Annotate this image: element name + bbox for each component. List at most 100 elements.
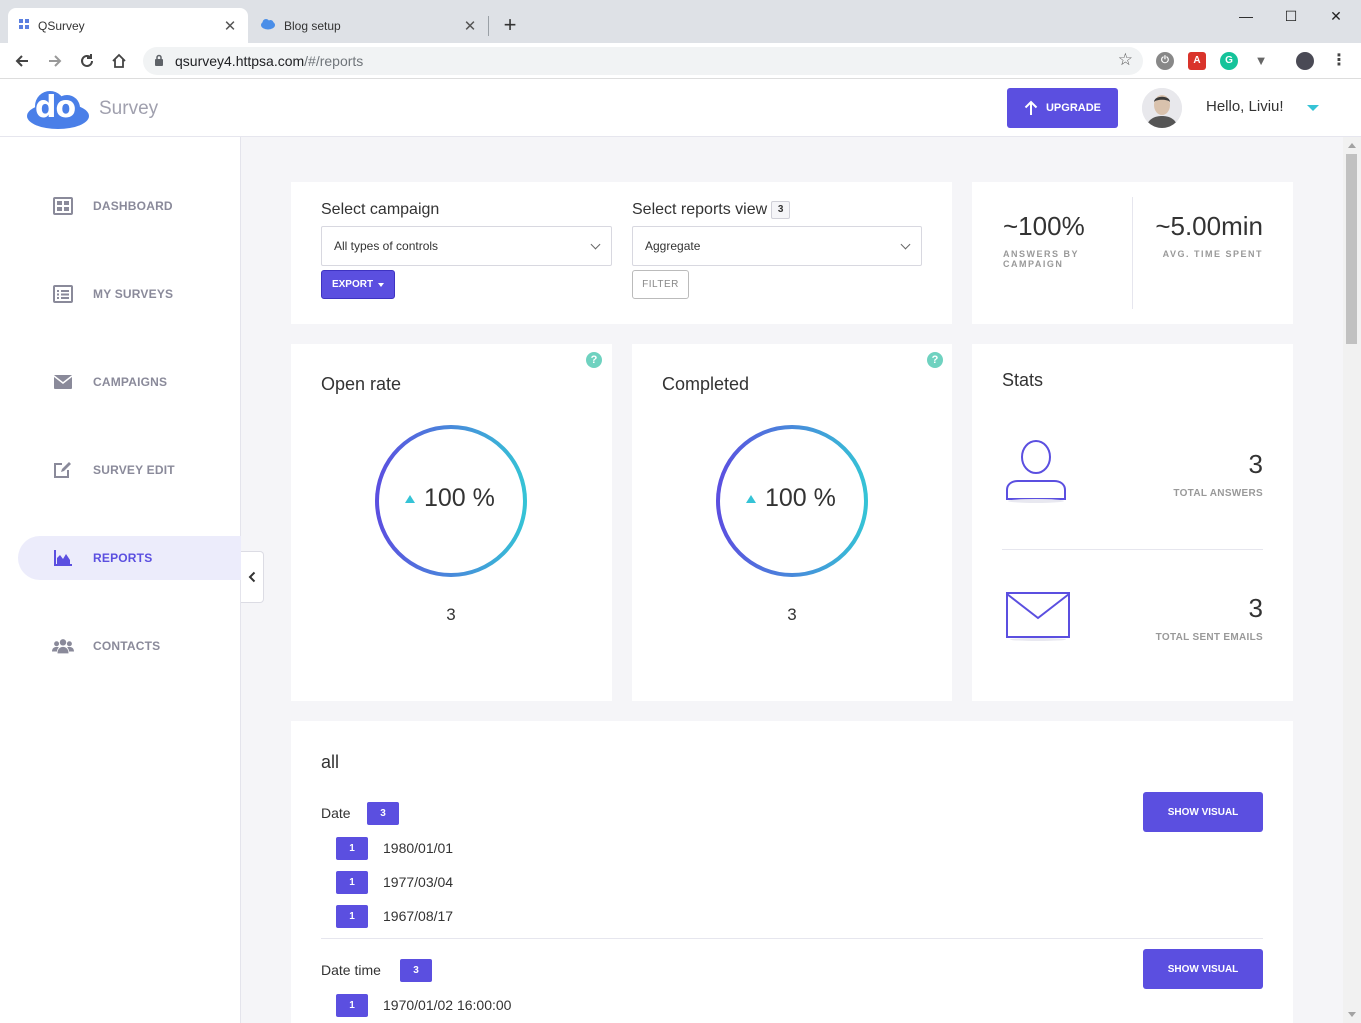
sidebar-item-label: DASHBOARD — [93, 199, 173, 213]
completed-count: 3 — [787, 605, 797, 624]
row-value: 1967/08/17 — [383, 908, 454, 924]
reports-view-count-badge: 3 — [771, 201, 791, 219]
sidebar-collapse-button[interactable] — [241, 551, 264, 603]
sidebar-item-contacts[interactable]: CONTACTS — [18, 624, 241, 668]
area-chart-icon — [52, 547, 74, 569]
reports-view-select-value: Aggregate — [645, 239, 701, 253]
tab-separator — [488, 16, 489, 36]
open-rate-count: 3 — [446, 605, 456, 624]
show-visual-button-date-time[interactable]: SHOW VISUAL — [1143, 949, 1263, 989]
sidebar-item-label: CONTACTS — [93, 639, 161, 653]
total-emails-value: 3 — [1248, 593, 1263, 623]
home-button[interactable] — [107, 49, 131, 73]
minimize-button[interactable]: — — [1223, 4, 1269, 28]
user-greeting[interactable]: Hello, Liviu! — [1206, 98, 1284, 115]
close-window-button[interactable]: ✕ — [1313, 4, 1359, 28]
tab-title: Blog setup — [284, 18, 341, 33]
stats-card — [972, 344, 1293, 701]
report-divider — [321, 938, 1263, 939]
chevron-left-icon — [248, 571, 256, 583]
triangle-up-icon — [405, 494, 415, 503]
upgrade-label: UPGRADE — [1045, 102, 1101, 114]
browser-menu-icon[interactable]: ⋮ — [1327, 49, 1351, 73]
show-visual-button-date[interactable]: SHOW VISUAL — [1143, 792, 1263, 832]
vue-extension-icon[interactable]: ▼ — [1252, 52, 1270, 70]
edit-icon — [52, 459, 74, 481]
total-answers-label: TOTAL ANSWERS — [1173, 488, 1263, 499]
user-menu-caret-icon[interactable] — [1307, 105, 1319, 111]
dashboard-icon — [52, 195, 74, 217]
reports-view-label-group: Select reports view 3 — [632, 201, 791, 219]
campaign-select[interactable]: All types of controls — [321, 226, 612, 266]
brand-name: Survey — [99, 98, 159, 119]
filter-button[interactable]: FILTER — [632, 270, 689, 299]
export-label: EXPORT — [331, 279, 374, 290]
export-button[interactable]: EXPORT — [321, 270, 395, 299]
address-bar[interactable]: qsurvey4.httpsa.com/#/reports ☆ — [143, 47, 1143, 75]
sidebar-item-dashboard[interactable]: DASHBOARD — [18, 184, 241, 228]
page-scrollbar[interactable] — [1343, 137, 1361, 1023]
browser-tab-strip: QSurvey ✕ Blog setup ✕ + — ☐ ✕ — [0, 0, 1361, 43]
scroll-up-arrow-icon[interactable] — [1348, 143, 1356, 148]
reports-view-select[interactable]: Aggregate — [632, 226, 922, 266]
field-name-date-time: Date time — [321, 962, 381, 978]
completed-percent-group: 100 % — [746, 484, 836, 513]
help-icon[interactable]: ? — [586, 352, 602, 368]
bookmark-star-icon[interactable]: ☆ — [1118, 50, 1133, 70]
sidebar-item-label: MY SURVEYS — [93, 287, 174, 301]
arrow-right-icon — [49, 55, 62, 67]
reload-button[interactable] — [75, 49, 99, 73]
campaign-label: Select campaign — [321, 201, 440, 218]
back-button[interactable] — [10, 49, 34, 73]
sidebar-item-label: SURVEY EDIT — [93, 463, 175, 477]
profile-avatar-icon[interactable] — [1296, 52, 1314, 70]
report-title: all — [321, 752, 340, 772]
total-answers-value: 3 — [1248, 449, 1263, 479]
browser-toolbar: qsurvey4.httpsa.com/#/reports ☆ ⏻ A G ▼ … — [0, 43, 1361, 79]
help-icon[interactable]: ? — [927, 352, 943, 368]
completed-percent: 100 % — [765, 484, 836, 512]
open-rate-percent: 100 % — [424, 484, 495, 512]
browser-tab-qsurvey[interactable]: QSurvey ✕ — [8, 8, 248, 43]
row-count-badge: 1 — [336, 905, 368, 928]
scroll-down-arrow-icon[interactable] — [1348, 1012, 1356, 1017]
triangle-up-icon — [746, 494, 756, 503]
upgrade-button[interactable]: UPGRADE — [1007, 88, 1118, 128]
row-value: 1980/01/01 — [383, 840, 454, 856]
forward-button[interactable] — [43, 49, 67, 73]
sidebar-item-reports[interactable]: REPORTS — [18, 536, 241, 580]
grammarly-extension-icon[interactable]: G — [1220, 52, 1238, 70]
total-emails-label: TOTAL SENT EMAILS — [1155, 632, 1263, 643]
app-header: do Survey UPGRADE Hello, Liviu! — [0, 79, 1361, 137]
caret-down-icon — [378, 282, 385, 287]
browser-tab-blog-setup[interactable]: Blog setup ✕ — [250, 8, 488, 43]
sidebar-item-my-surveys[interactable]: MY SURVEYS — [18, 272, 241, 316]
new-tab-button[interactable]: + — [498, 14, 522, 38]
user-avatar[interactable] — [1142, 88, 1182, 128]
row-count-badge: 1 — [336, 871, 368, 894]
envelope-outline-icon — [1006, 592, 1070, 641]
answers-by-campaign-value: ~100% — [1003, 211, 1085, 241]
row-value: 1970/01/02 16:00:00 — [383, 997, 512, 1013]
stats-divider — [1002, 549, 1263, 550]
maximize-button[interactable]: ☐ — [1268, 4, 1314, 28]
chevron-down-icon — [590, 239, 601, 249]
open-rate-percent-group: 100 % — [405, 484, 495, 513]
sidebar-item-label: CAMPAIGNS — [93, 375, 168, 389]
avg-time-value: ~5.00min — [1155, 211, 1263, 241]
sidebar-item-survey-edit[interactable]: SURVEY EDIT — [18, 448, 241, 492]
close-tab-icon[interactable]: ✕ — [222, 17, 238, 35]
reports-view-label: Select reports view — [632, 201, 768, 218]
sidebar-item-campaigns[interactable]: CAMPAIGNS — [18, 360, 241, 404]
angular-extension-icon[interactable]: A — [1188, 52, 1206, 70]
field-count-badge: 3 — [400, 959, 432, 982]
app-logo[interactable]: do — [26, 87, 90, 129]
scrollbar-thumb[interactable] — [1346, 154, 1357, 344]
url-text: qsurvey4.httpsa.com/#/reports — [175, 53, 363, 69]
row-count-badge: 1 — [336, 837, 368, 860]
power-extension-icon[interactable]: ⏻ — [1156, 52, 1174, 70]
field-name-date: Date — [321, 805, 351, 821]
answers-label-line-1: ANSWERS BY — [1003, 249, 1080, 259]
close-tab-icon[interactable]: ✕ — [462, 17, 478, 35]
user-outline-icon — [1006, 440, 1066, 503]
